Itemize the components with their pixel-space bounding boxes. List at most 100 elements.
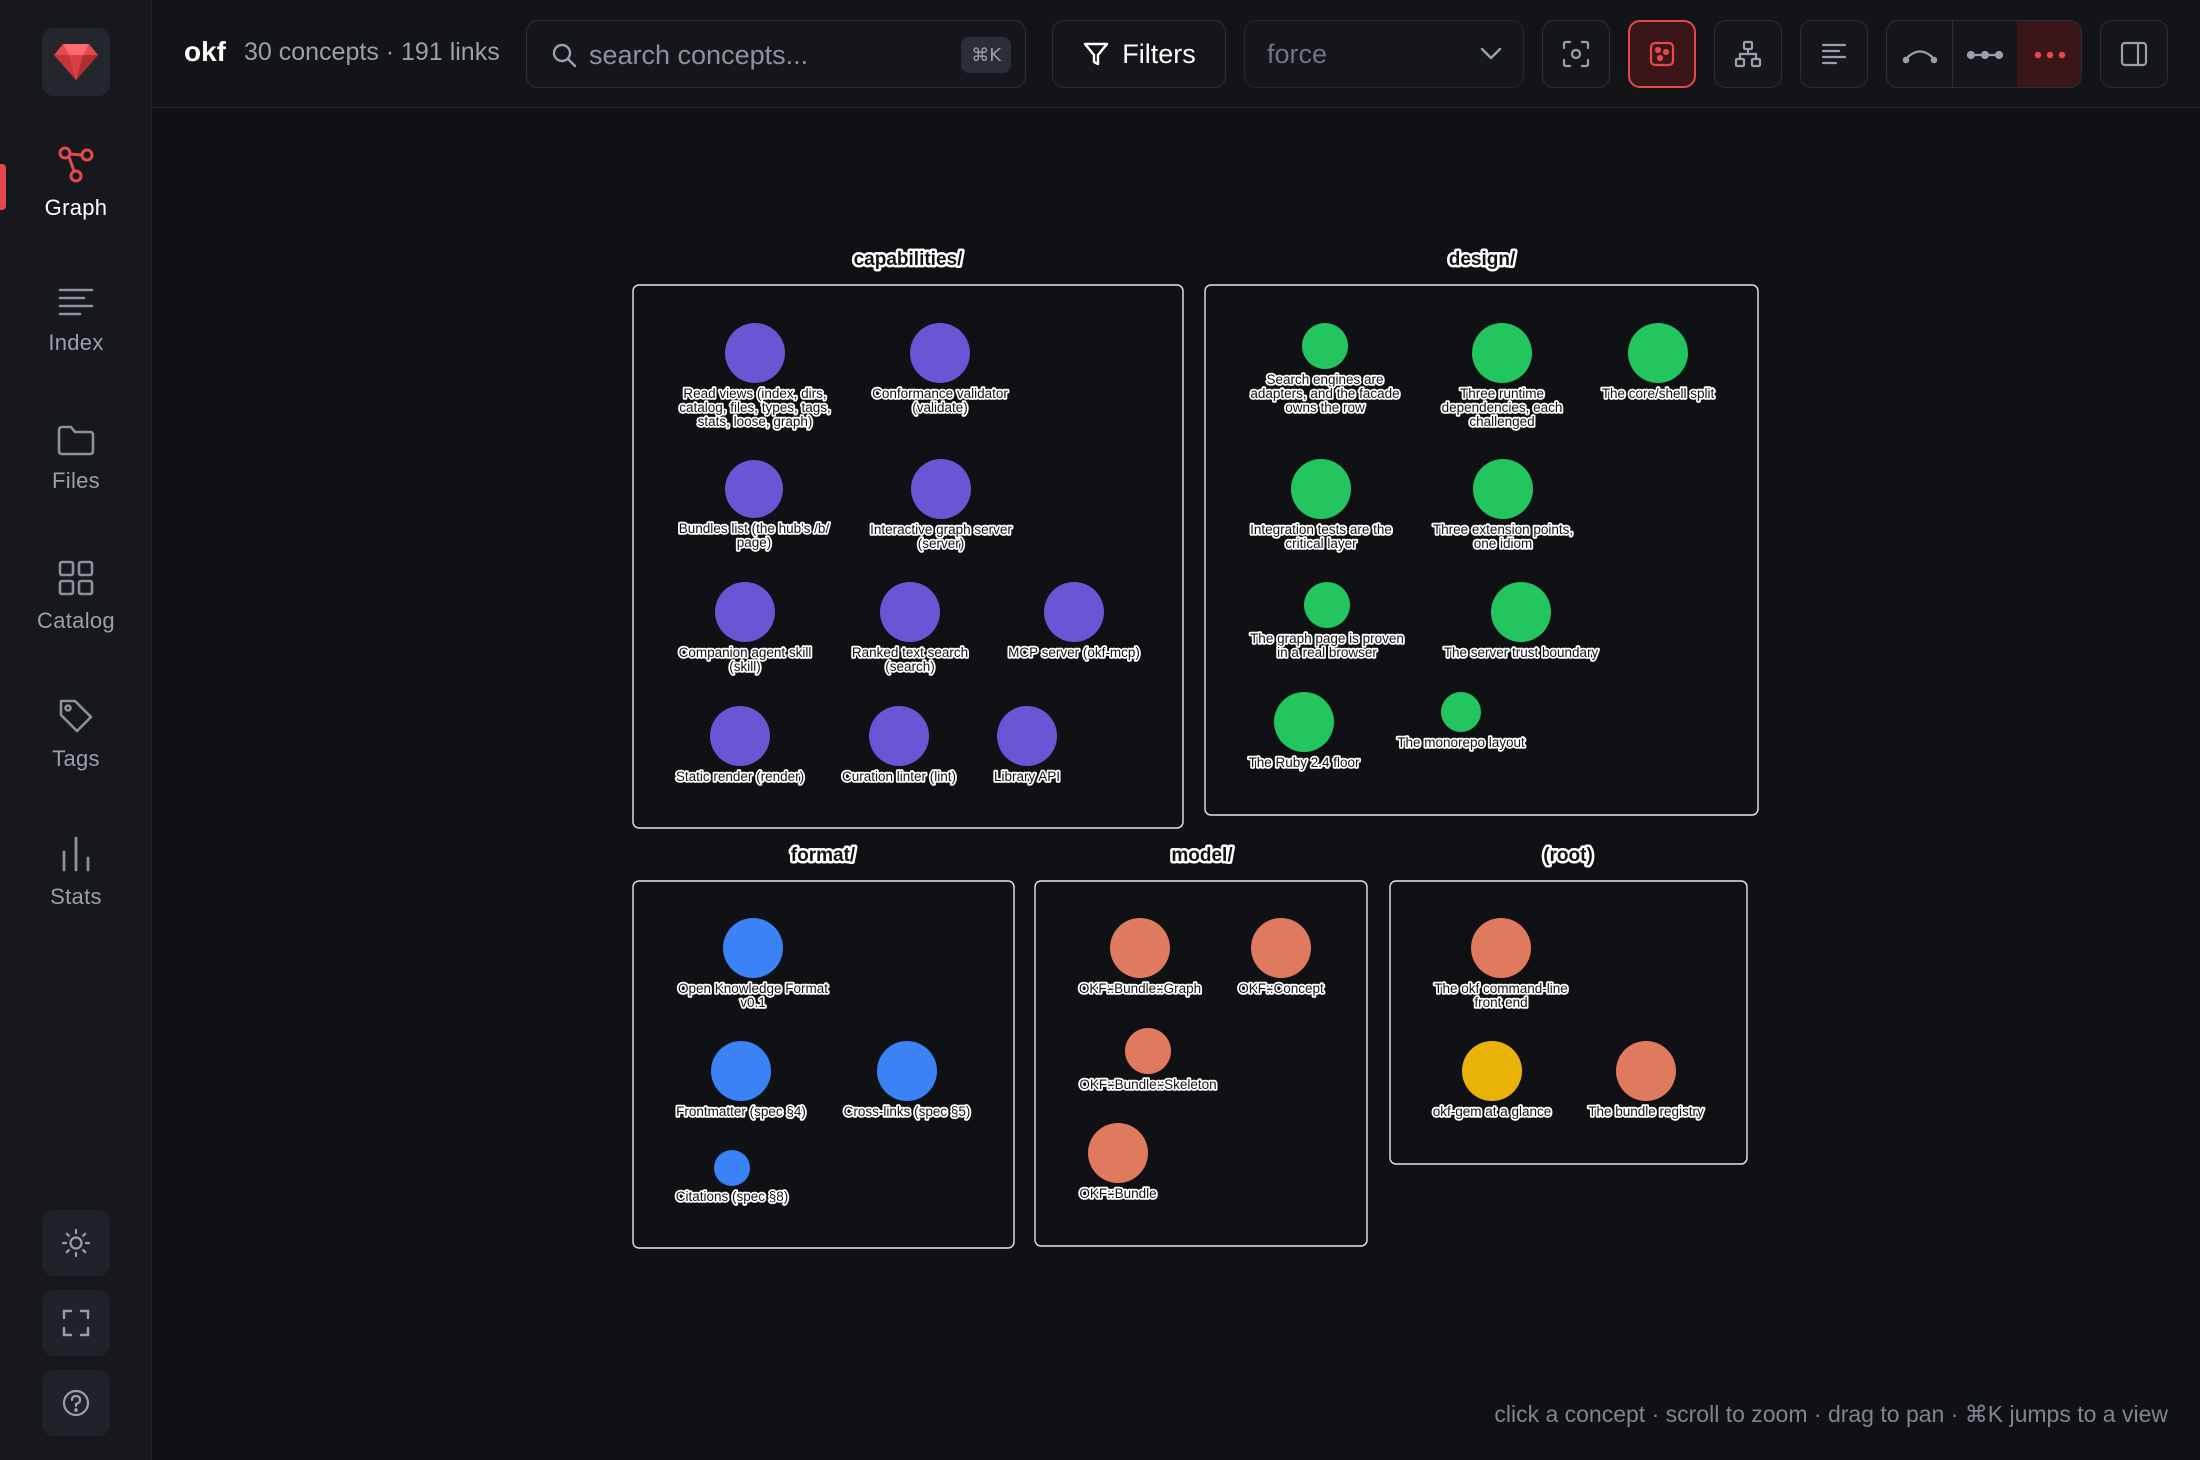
concept-node-dot[interactable] [869,706,929,766]
sidebar-item-index[interactable]: Index [0,266,152,376]
index-icon [58,286,94,318]
sidebar-item-tags[interactable]: Tags [0,680,152,790]
concept-node-dot[interactable] [1462,1041,1522,1101]
concept-node[interactable]: OKF::Bundle::Graph [1077,918,1203,998]
concept-node-dot[interactable] [1291,459,1351,519]
concept-node[interactable]: Three runtimedependencies, eachchallenge… [1440,323,1564,431]
concept-node-dot[interactable] [1628,323,1688,383]
concept-node[interactable]: Search engines areadapters, and the faca… [1249,323,1401,417]
sidebar-item-files[interactable]: Files [0,404,152,514]
concept-node-dot[interactable] [1473,459,1533,519]
concept-node[interactable]: MCP server (okf-mcp) [1006,582,1142,662]
concept-node-label: v0.1 [740,995,766,1010]
concept-node[interactable]: Three extension points,one idiom [1431,459,1575,553]
concept-node[interactable]: The okf command-linefront end [1432,918,1570,1012]
fit-view-button[interactable] [1542,20,1610,88]
concept-node[interactable]: The server trust boundary [1442,582,1600,662]
concept-node-dot[interactable] [1441,692,1481,732]
concept-node[interactable]: OKF::Bundle [1078,1123,1158,1203]
concept-node-label: critical layer [1285,536,1357,551]
concept-node-label: dependencies, each [1442,400,1563,415]
concept-node[interactable]: Bundles list (the hub's /b/page) [677,460,831,552]
concept-node-dot[interactable] [1616,1041,1676,1101]
concept-node-label: Search engines are [1266,372,1383,387]
straight-edges-button[interactable] [1952,21,2017,87]
concept-node-dot[interactable] [725,460,783,518]
concept-node-label: front end [1474,995,1527,1010]
search-input[interactable] [589,35,949,75]
concept-node-dot[interactable] [1044,582,1104,642]
concept-node[interactable]: Frontmatter (spec §4) [674,1041,808,1121]
concept-node-dot[interactable] [880,582,940,642]
concept-node-dot[interactable] [1125,1028,1171,1074]
cluster-by-folder-button[interactable] [1628,20,1696,88]
concept-node[interactable]: Ranked text search(search) [850,582,970,676]
app-logo[interactable] [42,28,110,96]
concept-node-dot[interactable] [1471,918,1531,978]
concept-node[interactable]: Integration tests are thecritical layer [1248,459,1394,553]
concept-node-dot[interactable] [1491,582,1551,642]
concept-node-dot[interactable] [1274,692,1334,752]
sidebar-item-graph[interactable]: Graph [0,128,152,238]
concept-node-label: The server trust boundary [1444,645,1599,660]
theme-toggle-button[interactable] [42,1210,110,1276]
concept-node[interactable]: Read views (index, dirs,catalog, files, … [677,323,833,431]
folder-group-title: (root) [1543,845,1593,866]
sidebar-item-stats[interactable]: Stats [0,818,152,928]
concept-node[interactable]: Companion agent skill(skill) [677,582,813,676]
concept-node-dot[interactable] [1472,323,1532,383]
concept-node-dot[interactable] [1304,582,1350,628]
concept-node-dot[interactable] [725,323,785,383]
folder-group: model/OKF::Bundle::Graph OKF::ConceptOKF:… [1034,843,1368,1247]
folder-group-title: capabilities/ [854,249,963,270]
concept-graph[interactable]: capabilities/Read views (index, dirs,cat… [152,108,2200,1460]
concept-node[interactable]: okf-gem at a glance [1431,1041,1553,1121]
concept-node-dot[interactable] [715,582,775,642]
filters-button[interactable]: Filters [1052,20,1226,88]
toggle-side-panel-button[interactable] [2100,20,2168,88]
concept-node-dot[interactable] [877,1041,937,1101]
concept-node-dot[interactable] [911,459,971,519]
list-view-button[interactable] [1800,20,1868,88]
concept-node-dot[interactable] [1251,918,1311,978]
concept-node[interactable]: OKF::Bundle::Skeleton [1078,1028,1218,1094]
concept-node-label: (server) [918,536,965,551]
concept-node-dot[interactable] [910,323,970,383]
concept-node-label: Citations (spec §8) [676,1189,789,1204]
concept-node-label: in a real browser [1277,645,1377,660]
concept-node-dot[interactable] [711,1041,771,1101]
concept-node[interactable]: Conformance validator(validate) [870,323,1010,417]
concept-node-dot[interactable] [1088,1123,1148,1183]
search-box[interactable]: ⌘K [526,20,1026,88]
cluster-icon [1649,41,1675,67]
concept-node[interactable]: Cross-links (spec §5) [842,1041,972,1121]
concept-node[interactable]: OKF::Concept [1236,918,1326,998]
concept-node[interactable]: The graph page is provenin a real browse… [1248,582,1406,662]
concept-node[interactable]: Static render (render) [674,706,806,786]
concept-node-dot[interactable] [714,1150,750,1186]
layout-select[interactable]: force [1244,20,1524,88]
concept-node[interactable]: Open Knowledge Formatv0.1 [676,918,830,1012]
graph-canvas[interactable]: capabilities/Read views (index, dirs, cat… [152,108,2200,1460]
concept-node[interactable]: The monorepo layout [1395,692,1527,752]
concept-node[interactable]: Citations (spec §8) [674,1150,790,1206]
concept-node-label: page) [737,535,772,550]
concept-node[interactable]: The Ruby 2.4 floor [1247,692,1362,772]
concept-node[interactable]: Interactive graph server(server) [868,459,1014,553]
concept-node[interactable]: Curation linter (lint) [840,706,958,786]
concept-node-dot[interactable] [1302,323,1348,369]
hierarchy-layout-button[interactable] [1714,20,1782,88]
folder-group: capabilities/Read views (index, dirs,cat… [632,247,1184,829]
concept-node-dot[interactable] [710,706,770,766]
concept-node-dot[interactable] [1110,918,1170,978]
concept-node[interactable]: The core/shell split [1600,323,1716,403]
concept-node-dot[interactable] [997,706,1057,766]
help-button[interactable] [42,1370,110,1436]
concept-node[interactable]: Library API [992,706,1062,786]
sidebar-item-catalog[interactable]: Catalog [0,542,152,652]
concept-node-dot[interactable] [723,918,783,978]
fullscreen-button[interactable] [42,1290,110,1356]
dotted-edges-button[interactable] [2017,21,2081,87]
concept-node[interactable]: The bundle registry [1586,1041,1706,1121]
curved-edges-button[interactable] [1887,21,1952,87]
